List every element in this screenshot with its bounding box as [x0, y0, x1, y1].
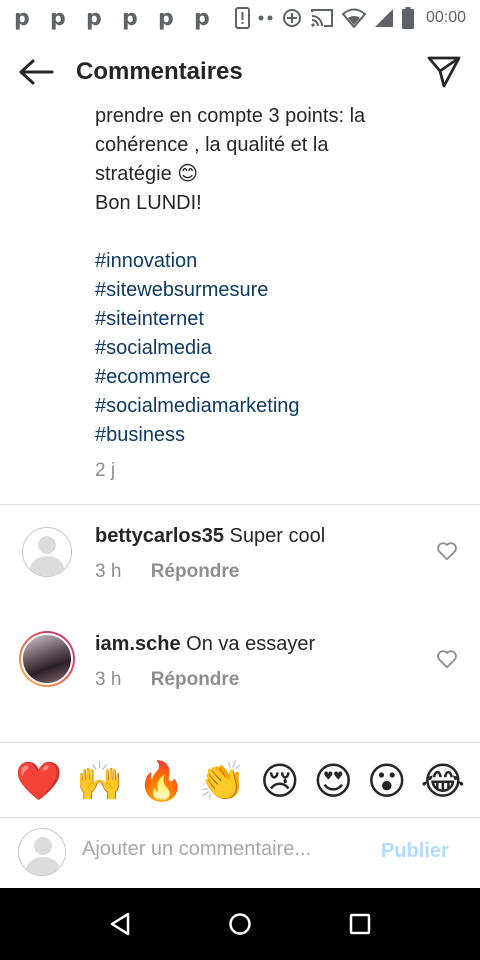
notification-p-icon: p	[50, 5, 66, 31]
caption-line: Bon LUNDI!	[95, 192, 202, 214]
like-heart-icon[interactable]	[436, 648, 458, 670]
hashtag-link[interactable]: #socialmedia	[95, 334, 465, 363]
status-bar: p p p p p p 00:00	[0, 0, 480, 36]
emoji-reaction-bar: ❤️ 🙌 🔥 👏 😢 😍 😮 😂	[0, 755, 480, 807]
avatar[interactable]	[22, 527, 72, 577]
status-time: 00:00	[425, 9, 466, 26]
signal-icon	[374, 9, 393, 27]
notification-p-icon: p	[158, 5, 174, 31]
avatar-body-shape	[30, 556, 64, 576]
hashtag-link[interactable]: #siteinternet	[95, 305, 465, 334]
comment-meta: 3 h Répondre	[95, 561, 239, 583]
avatar-body-shape	[26, 857, 60, 875]
comment-time: 3 h	[95, 561, 122, 582]
comment-meta: 3 h Répondre	[95, 669, 239, 691]
back-arrow-icon[interactable]	[18, 54, 54, 90]
notification-p-icon: p	[194, 5, 210, 31]
laughing-emoji-button[interactable]: 😂	[421, 755, 465, 807]
publish-button[interactable]: Publier	[381, 840, 449, 863]
comment-text: bettycarlos35 Super cool	[95, 525, 325, 548]
comment-username[interactable]: iam.sche	[95, 633, 181, 655]
comment-composer: Publier	[0, 818, 480, 888]
heart-eyes-emoji-button[interactable]: 😍	[314, 755, 354, 807]
comment-input[interactable]	[82, 838, 362, 861]
comment-username[interactable]: bettycarlos35	[95, 525, 224, 547]
comment-text: iam.sche On va essayer	[95, 633, 315, 656]
page-title: Commentaires	[76, 58, 243, 85]
hashtag-link[interactable]: #business	[95, 421, 465, 450]
header: Commentaires	[0, 36, 480, 108]
raised-hands-emoji-button[interactable]: 🙌	[76, 755, 123, 807]
heart-emoji-button[interactable]: ❤️	[15, 755, 62, 807]
fire-emoji-button[interactable]: 🔥	[137, 755, 184, 807]
comment-body: Super cool	[229, 525, 326, 547]
more-dots-icon	[258, 15, 273, 21]
nav-recents-icon[interactable]	[338, 902, 382, 946]
data-saver-icon	[282, 9, 301, 27]
emoji-divider	[0, 742, 480, 743]
caption-line: cohérence , la qualité et la	[95, 134, 329, 156]
avatar-head-shape	[38, 536, 56, 554]
cast-icon	[310, 9, 333, 27]
comment-item: bettycarlos35 Super cool 3 h Répondre	[0, 505, 480, 605]
wifi-icon	[341, 8, 366, 28]
nav-back-icon[interactable]	[98, 902, 142, 946]
hashtag-link[interactable]: #innovation	[95, 247, 465, 276]
comment-time: 3 h	[95, 669, 122, 690]
current-user-avatar	[18, 828, 66, 876]
caption-timestamp: 2 j	[95, 460, 116, 481]
reply-button[interactable]: Répondre	[151, 561, 240, 582]
caption-line	[95, 218, 465, 247]
reply-button[interactable]: Répondre	[151, 669, 240, 690]
post-caption: prendre en compte 3 points: la cohérence…	[95, 102, 465, 450]
comment-item: iam.sche On va essayer 3 h Répondre	[0, 613, 480, 713]
notification-p-icon: p	[86, 5, 102, 31]
send-icon[interactable]	[426, 54, 462, 90]
notification-p-icon: p	[14, 5, 30, 31]
system-status: 00:00	[282, 7, 466, 29]
avatar-head-shape	[34, 837, 52, 855]
surprised-emoji-button[interactable]: 😮	[367, 755, 407, 807]
clapping-emoji-button[interactable]: 👏	[199, 755, 246, 807]
caption-line: stratégie 😊	[95, 163, 199, 185]
like-heart-icon[interactable]	[436, 540, 458, 562]
nav-home-icon[interactable]	[218, 902, 262, 946]
system-nav-bar	[0, 888, 480, 960]
hashtag-link[interactable]: #ecommerce	[95, 363, 465, 392]
comment-body: On va essayer	[186, 633, 316, 655]
notification-icons: p p p p p p	[14, 6, 274, 31]
avatar-photo	[21, 633, 73, 685]
avatar[interactable]	[19, 631, 75, 687]
caption-line: prendre en compte 3 points: la	[95, 105, 366, 127]
alert-icon	[235, 7, 250, 29]
hashtag-link[interactable]: #socialmediamarketing	[95, 392, 465, 421]
notification-p-icon: p	[122, 5, 138, 31]
battery-icon	[401, 7, 414, 29]
crying-emoji-button[interactable]: 😢	[260, 755, 300, 807]
hashtag-link[interactable]: #sitewebsurmesure	[95, 276, 465, 305]
